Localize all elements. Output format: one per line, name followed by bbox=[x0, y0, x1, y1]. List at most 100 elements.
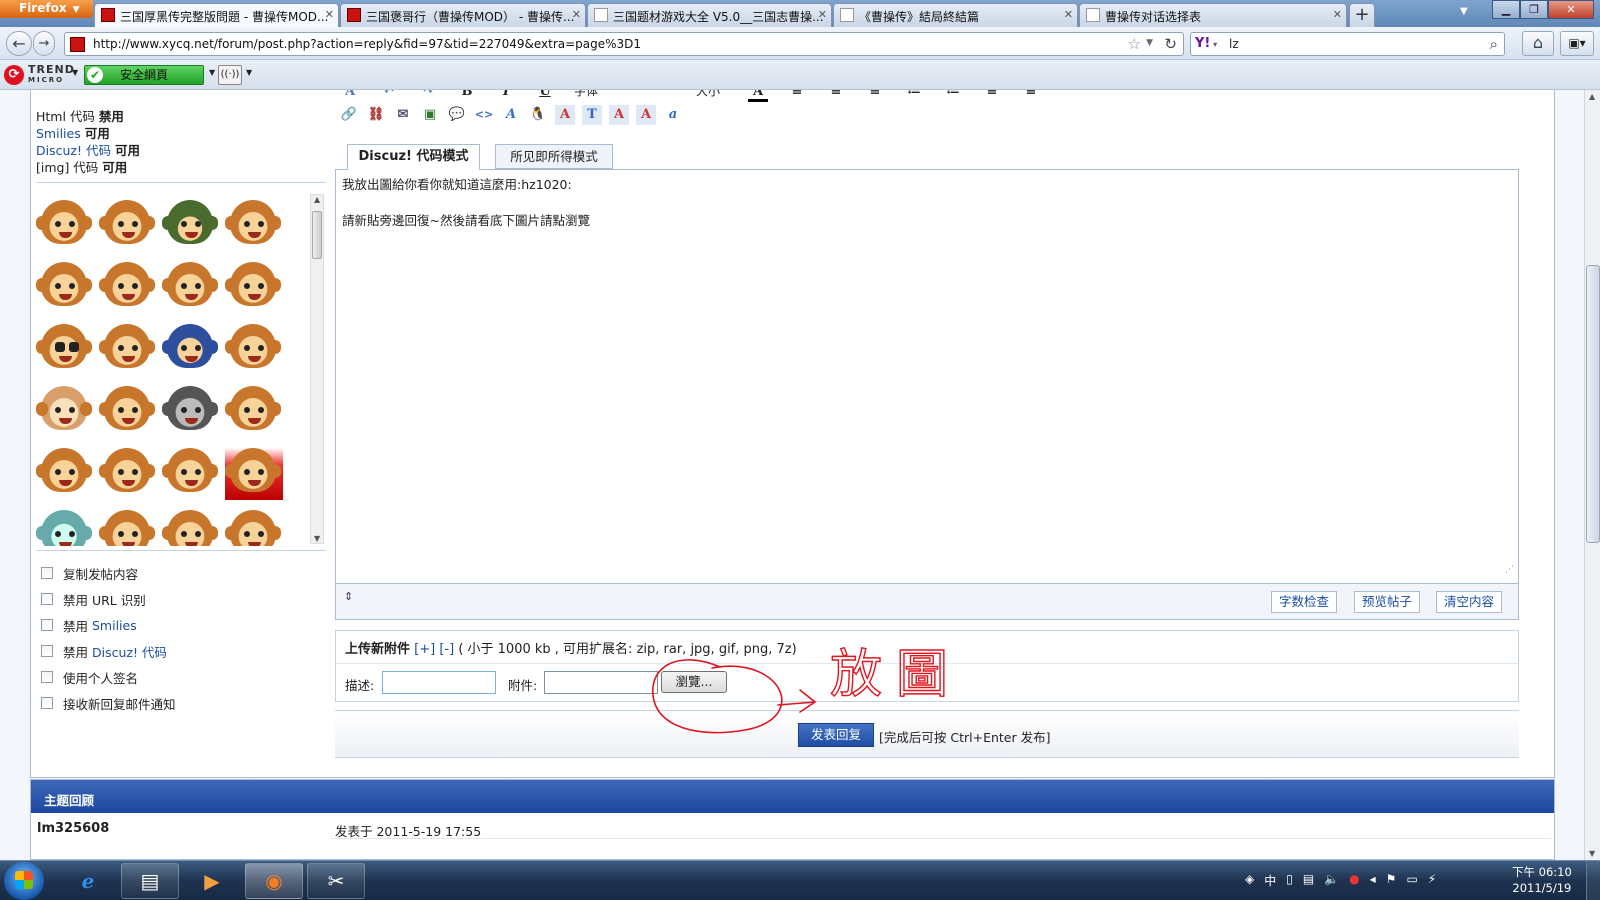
close-tab-icon[interactable]: ✕ bbox=[1333, 8, 1342, 21]
resize-grip-icon[interactable]: ⋰ bbox=[1505, 561, 1514, 579]
url-text[interactable]: http://www.xycq.net/forum/post.php?actio… bbox=[93, 37, 641, 51]
font-size-select[interactable]: 大小 bbox=[696, 90, 736, 98]
checkbox-label-link[interactable]: Smilies bbox=[92, 618, 137, 633]
checkbox-disable-smilies[interactable]: 禁用 Smilies bbox=[41, 612, 176, 638]
yahoo-search-engine-icon[interactable]: Y! ▾ bbox=[1195, 36, 1217, 51]
smilies-scrollbar[interactable]: ▲ ▼ bbox=[310, 194, 324, 544]
monkey-smilie-icon[interactable] bbox=[225, 504, 283, 546]
firefox-menu-button[interactable]: Firefox ▼ bbox=[0, 0, 93, 18]
addon-button[interactable]: ▣▾ bbox=[1560, 31, 1594, 56]
back-button[interactable]: ← bbox=[6, 31, 32, 56]
blue-monkey-smilie-icon[interactable] bbox=[162, 318, 220, 376]
keyboard-icon[interactable]: ▯ bbox=[1286, 872, 1293, 889]
flash-text-icon[interactable]: A bbox=[609, 105, 629, 125]
at-icon[interactable]: a bbox=[663, 105, 683, 125]
close-tab-icon[interactable]: ✕ bbox=[818, 8, 827, 21]
reload-icon[interactable]: ↻ bbox=[1164, 35, 1177, 53]
link-icon[interactable]: 🔗 bbox=[339, 105, 359, 125]
monkey-smilie-icon[interactable] bbox=[36, 442, 94, 500]
ordered-list-icon[interactable]: ≔ bbox=[904, 90, 924, 102]
network-icon[interactable]: ▭ bbox=[1406, 872, 1417, 889]
unordered-list-icon[interactable]: ≔ bbox=[943, 90, 963, 102]
chevron-down-icon[interactable]: ▼ bbox=[246, 68, 252, 77]
monkey-smilie-icon[interactable] bbox=[36, 318, 94, 376]
unlink-icon[interactable]: ⛓ bbox=[366, 105, 386, 125]
checkbox-disable-url[interactable]: 禁用 URL 识别 bbox=[41, 586, 176, 612]
scroll-down-icon[interactable]: ▼ bbox=[1589, 849, 1595, 858]
tab-discuz-code-mode[interactable]: Discuz! 代码模式 bbox=[347, 144, 480, 170]
ime-settings-icon[interactable]: ▤ bbox=[1303, 872, 1314, 889]
gray-monkey-smilie-icon[interactable] bbox=[162, 380, 220, 438]
outdent-icon[interactable]: ≡ bbox=[982, 90, 1002, 102]
post-reply-button[interactable]: 发表回复 bbox=[798, 723, 874, 747]
bold-icon[interactable]: B bbox=[457, 90, 477, 102]
power-icon[interactable]: ⚡ bbox=[1428, 872, 1436, 889]
list-all-tabs-icon[interactable]: ▼ bbox=[1460, 6, 1468, 17]
checkbox[interactable] bbox=[41, 593, 53, 605]
clear-content-button[interactable]: 清空内容 bbox=[1436, 591, 1503, 613]
italic-icon[interactable]: I bbox=[496, 90, 516, 102]
underline-icon[interactable]: U bbox=[535, 90, 555, 102]
search-bar[interactable]: Y! ▾ lz ⌕ bbox=[1190, 32, 1505, 56]
checkbox-use-signature[interactable]: 使用个人签名 bbox=[41, 664, 176, 690]
browser-tab[interactable]: 三国厚黑传完整版問題 - 曹操传MOD... ✕ bbox=[94, 3, 339, 27]
browser-tab[interactable]: 三国褒哥行（曹操传MOD） - 曹操传... ✕ bbox=[340, 3, 586, 27]
option-link[interactable]: Smilies bbox=[36, 126, 81, 141]
monkey-smilie-icon[interactable] bbox=[99, 318, 157, 376]
clock[interactable]: 下午 06:10 2011/5/19 bbox=[1512, 864, 1572, 896]
url-history-dropdown-icon[interactable]: ▼ bbox=[1146, 38, 1153, 48]
attachment-file-input[interactable] bbox=[544, 671, 658, 694]
word-count-button[interactable]: 字数检查 bbox=[1271, 591, 1338, 613]
email-icon[interactable]: ✉ bbox=[393, 105, 413, 125]
speaker-icon[interactable]: ◂ bbox=[1370, 872, 1376, 889]
monkey-smilie-icon[interactable] bbox=[225, 380, 283, 438]
new-tab-button[interactable]: + bbox=[1349, 3, 1375, 27]
trendmicro-tray-icon[interactable]: ● bbox=[1349, 872, 1359, 889]
checkbox[interactable] bbox=[41, 671, 53, 683]
checkbox[interactable] bbox=[41, 567, 53, 579]
monkey-smilie-icon[interactable] bbox=[225, 318, 283, 376]
monkey-smilie-icon[interactable] bbox=[36, 256, 94, 314]
code-icon[interactable]: <> bbox=[474, 105, 494, 125]
tools-icon[interactable]: ✂ bbox=[307, 863, 365, 899]
firefox-taskbar-icon[interactable]: ◉ bbox=[245, 863, 303, 899]
font-style-icon[interactable]: A bbox=[501, 105, 521, 125]
checkbox[interactable] bbox=[41, 645, 53, 657]
undo-icon[interactable]: ↶ bbox=[379, 90, 399, 102]
monkey-smilie-icon[interactable] bbox=[162, 256, 220, 314]
align-center-icon[interactable]: ≡ bbox=[826, 90, 846, 102]
scroll-down-icon[interactable]: ▼ bbox=[314, 534, 320, 543]
monkey-smilie-icon[interactable] bbox=[99, 256, 157, 314]
remove-attachment-link[interactable]: [-] bbox=[439, 642, 454, 657]
action-center-flag-icon[interactable]: ⚑ bbox=[1386, 872, 1397, 889]
close-tab-icon[interactable]: ✕ bbox=[572, 8, 581, 21]
image-icon[interactable]: ▣ bbox=[420, 105, 440, 125]
fly-text-icon[interactable]: A bbox=[555, 105, 575, 125]
chevron-down-icon[interactable]: ▼ bbox=[209, 68, 215, 77]
remove-format-icon[interactable]: A bbox=[340, 90, 360, 102]
font-family-select[interactable]: 字体 bbox=[574, 90, 684, 98]
browse-button[interactable]: 瀏覽... bbox=[661, 671, 727, 693]
media-player-icon[interactable]: ▶ bbox=[183, 863, 241, 899]
scrollbar-thumb[interactable] bbox=[312, 211, 322, 259]
align-left-icon[interactable]: ≡ bbox=[787, 90, 807, 102]
tab-wysiwyg-mode[interactable]: 所见即所得模式 bbox=[495, 144, 613, 169]
close-window-button[interactable]: ✕ bbox=[1548, 0, 1594, 19]
fire-monkey-smilie-icon[interactable] bbox=[225, 442, 283, 500]
shadow-text-icon[interactable]: A bbox=[636, 105, 656, 125]
review-username[interactable]: lm325608 bbox=[37, 821, 109, 836]
page-scrollbar[interactable]: ▲ ▼ bbox=[1584, 90, 1600, 860]
qq-icon[interactable]: 🐧 bbox=[528, 105, 548, 125]
browser-tab[interactable]: 《曹操传》結局終結篇 ✕ bbox=[833, 3, 1078, 27]
scrollbar-thumb[interactable] bbox=[1586, 265, 1600, 543]
close-tab-icon[interactable]: ✕ bbox=[1064, 8, 1073, 21]
show-desktop-button[interactable] bbox=[1586, 861, 1600, 900]
browser-tab[interactable]: 曹操传对话选择表 ✕ bbox=[1079, 3, 1347, 27]
camo-monkey-smilie-icon[interactable] bbox=[162, 194, 220, 252]
bookmark-star-icon[interactable]: ☆ bbox=[1128, 35, 1141, 53]
forward-button[interactable]: → bbox=[33, 31, 55, 56]
text-color-icon[interactable]: A bbox=[748, 90, 768, 102]
volume-icon[interactable]: 🔈 bbox=[1324, 872, 1339, 889]
monkey-smilie-icon[interactable] bbox=[99, 504, 157, 546]
option-link[interactable]: Discuz! 代码 bbox=[36, 143, 111, 158]
